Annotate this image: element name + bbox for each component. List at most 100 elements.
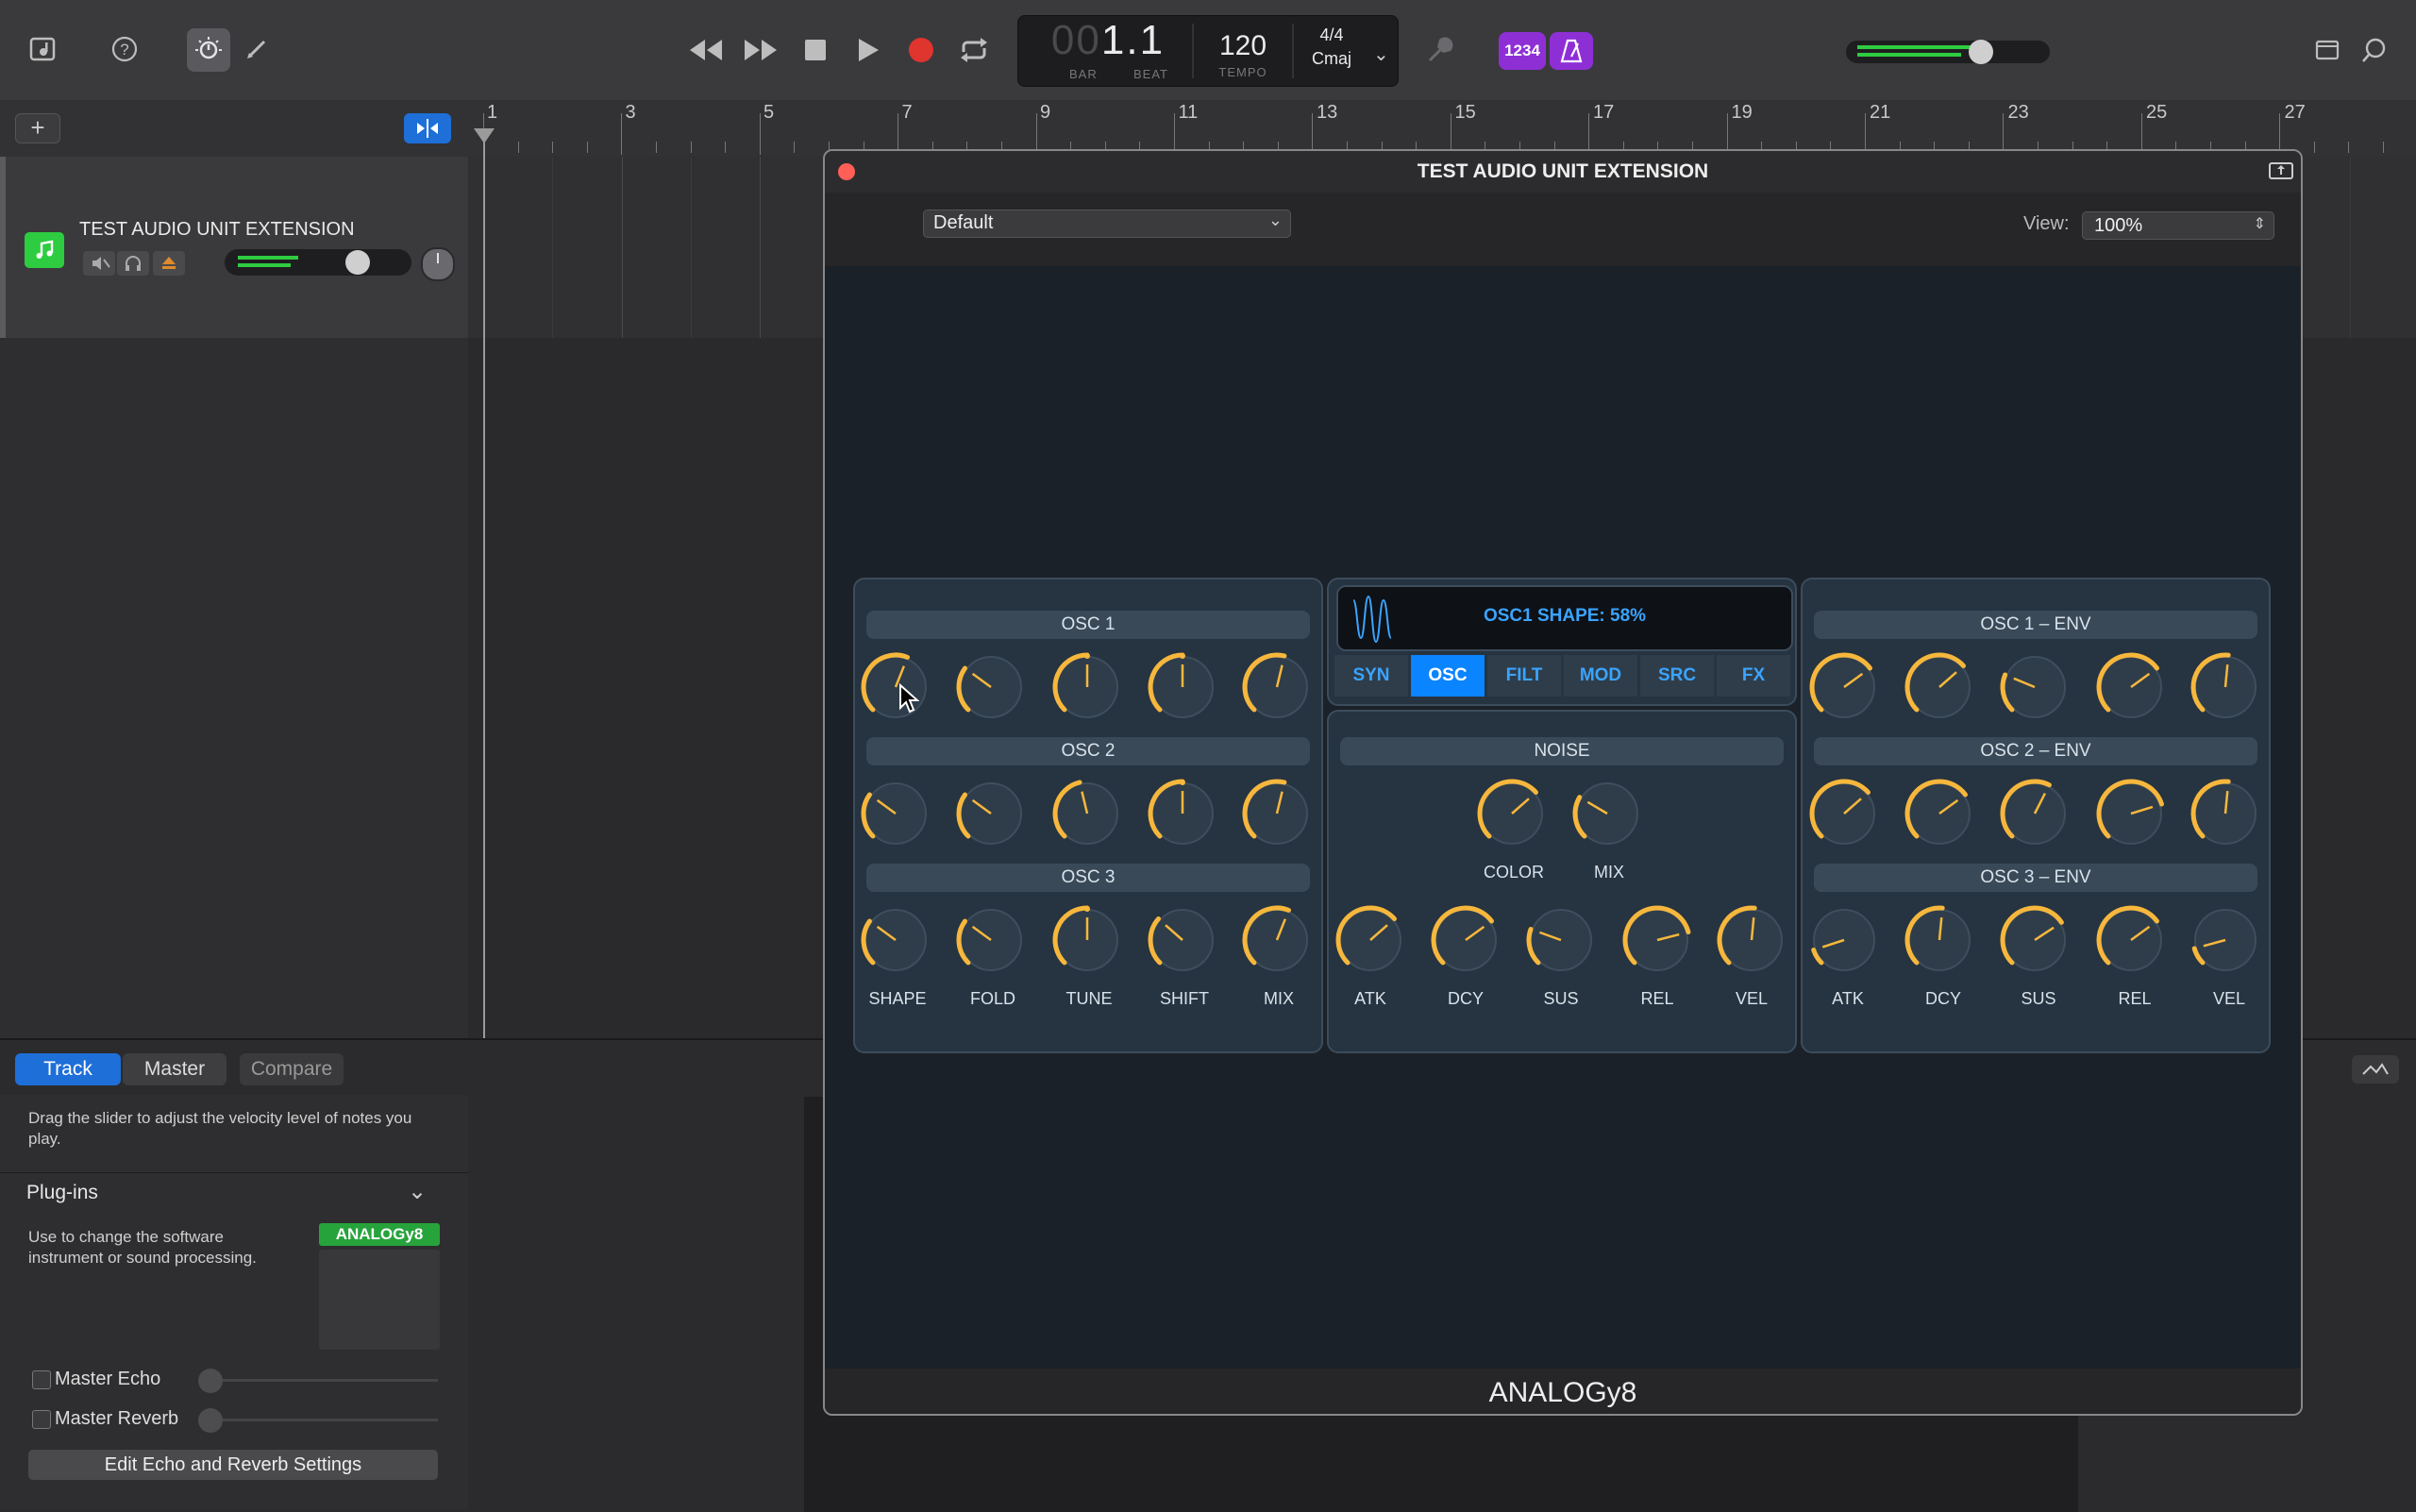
smart-controls-icon[interactable]: [187, 28, 230, 72]
track-volume-knob[interactable]: [345, 250, 370, 275]
expand-icon[interactable]: [2269, 160, 2293, 181]
noise-mix-knob[interactable]: [1569, 775, 1646, 852]
plugin-slot-analogy8[interactable]: ANALOGy8: [319, 1223, 440, 1246]
osc3-mix-knob[interactable]: [1238, 901, 1316, 979]
master-reverb-slider[interactable]: [198, 1419, 438, 1421]
noise-env-dcy-knob[interactable]: [1427, 901, 1504, 979]
noise-env-vel-knob[interactable]: [1713, 901, 1790, 979]
editors-pencil-icon[interactable]: [238, 30, 276, 68]
master-echo-thumb[interactable]: [198, 1369, 223, 1393]
ruler-bar-number: 17: [1593, 102, 1615, 123]
env3-sus-knob[interactable]: [1996, 901, 2073, 979]
count-in-button[interactable]: 1234: [1499, 32, 1546, 70]
env2-sus-knob[interactable]: [1996, 775, 2073, 852]
edit-echo-reverb-button[interactable]: Edit Echo and Reverb Settings: [28, 1450, 438, 1480]
tab-mod[interactable]: MOD: [1564, 655, 1637, 697]
close-icon[interactable]: [838, 163, 855, 180]
env3-vel-knob[interactable]: [2187, 901, 2264, 979]
input-monitor-icon[interactable]: [153, 251, 185, 276]
master-echo-checkbox[interactable]: [32, 1370, 51, 1389]
metronome-icon[interactable]: [1550, 32, 1593, 70]
osc1-mix-knob[interactable]: [1238, 648, 1316, 726]
notepad-icon[interactable]: [2308, 31, 2346, 69]
env2-vel-knob[interactable]: [2187, 775, 2264, 852]
tab-src[interactable]: SRC: [1640, 655, 1714, 697]
osc1-shape-knob[interactable]: [857, 648, 934, 726]
playhead[interactable]: [483, 132, 485, 1038]
track-row[interactable]: TEST AUDIO UNIT EXTENSION: [0, 157, 468, 338]
tab-osc[interactable]: OSC: [1411, 655, 1485, 697]
headphones-icon[interactable]: [117, 251, 149, 276]
osc2-shift-knob[interactable]: [1144, 775, 1221, 852]
catch-playhead-icon[interactable]: [404, 113, 451, 143]
noise-env-rel-knob[interactable]: [1619, 901, 1696, 979]
loop-browser-icon[interactable]: [2356, 31, 2393, 69]
playhead-handle[interactable]: [474, 128, 495, 143]
plugins-heading[interactable]: Plug-ins: [26, 1182, 98, 1204]
preset-dropdown[interactable]: Default ⌄: [923, 210, 1291, 238]
env1-dcy-knob[interactable]: [1901, 648, 1978, 726]
track-volume-slider[interactable]: [225, 249, 411, 276]
master-reverb-thumb[interactable]: [198, 1408, 223, 1433]
env2-rel-knob[interactable]: [2092, 775, 2170, 852]
key-signature[interactable]: Cmaj: [1294, 49, 1369, 69]
env1-atk-knob[interactable]: [1805, 648, 1883, 726]
tuner-icon[interactable]: [1421, 31, 1459, 69]
rewind-icon[interactable]: [687, 31, 725, 69]
master-volume-slider[interactable]: [1846, 40, 2050, 64]
osc2-shape-knob[interactable]: [857, 775, 934, 852]
tempo-value[interactable]: 120: [1196, 27, 1290, 65]
osc2-mix-knob[interactable]: [1238, 775, 1316, 852]
osc3-shift-knob[interactable]: [1144, 901, 1221, 979]
inspector-toggle-icon[interactable]: [2352, 1055, 2399, 1084]
noise-env-sus-knob[interactable]: [1522, 901, 1600, 979]
env3-dcy-knob[interactable]: [1901, 901, 1978, 979]
env2-dcy-knob[interactable]: [1901, 775, 1978, 852]
osc2-tune-knob[interactable]: [1049, 775, 1126, 852]
play-icon[interactable]: [849, 31, 887, 69]
pan-knob[interactable]: [421, 247, 455, 281]
track-name[interactable]: TEST AUDIO UNIT EXTENSION: [79, 219, 355, 241]
env3-atk-knob[interactable]: [1805, 901, 1883, 979]
env1-rel-knob[interactable]: [2092, 648, 2170, 726]
tab-track[interactable]: Track: [15, 1053, 121, 1085]
osc3-tune-knob[interactable]: [1049, 901, 1126, 979]
stop-icon[interactable]: [797, 31, 834, 69]
lcd-beat: 1: [1139, 17, 1166, 63]
preset-value: Default: [933, 212, 994, 233]
osc1-fold-knob[interactable]: [952, 648, 1030, 726]
env1-sus-knob[interactable]: [1996, 648, 2073, 726]
time-signature[interactable]: 4/4: [1294, 25, 1369, 45]
master-volume-knob[interactable]: [1969, 40, 1993, 64]
osc1-tune-knob[interactable]: [1049, 648, 1126, 726]
tab-syn[interactable]: SYN: [1334, 655, 1408, 697]
osc1-shift-knob[interactable]: [1144, 648, 1221, 726]
lcd-display[interactable]: 001.1 BAR BEAT 120 TEMPO 4/4 Cmaj ⌄: [1017, 15, 1399, 87]
master-reverb-checkbox[interactable]: [32, 1410, 51, 1429]
tab-fx[interactable]: FX: [1717, 655, 1790, 697]
osc3-shape-knob[interactable]: [857, 901, 934, 979]
tab-master[interactable]: Master: [123, 1053, 226, 1085]
plugin-slot-empty[interactable]: [319, 1250, 440, 1350]
env3-rel-knob[interactable]: [2092, 901, 2170, 979]
fast-forward-icon[interactable]: [742, 31, 780, 69]
lcd-chevron-down-icon[interactable]: ⌄: [1373, 42, 1389, 66]
env1-vel-knob[interactable]: [2187, 648, 2264, 726]
mute-icon[interactable]: [83, 251, 115, 276]
add-track-button[interactable]: +: [15, 113, 60, 143]
library-icon[interactable]: [25, 30, 62, 68]
osc2-fold-knob[interactable]: [952, 775, 1030, 852]
help-icon[interactable]: ?: [106, 30, 143, 68]
chevron-down-icon[interactable]: ⌄: [408, 1178, 427, 1205]
osc-label-shift: SHIFT: [1160, 989, 1209, 1008]
tab-compare[interactable]: Compare: [240, 1053, 344, 1085]
env2-atk-knob[interactable]: [1805, 775, 1883, 852]
noise-color-knob[interactable]: [1473, 775, 1551, 852]
view-zoom-dropdown[interactable]: 100% ⇕: [2082, 211, 2274, 240]
master-echo-slider[interactable]: [198, 1379, 438, 1382]
tab-filt[interactable]: FILT: [1487, 655, 1561, 697]
record-icon[interactable]: [902, 31, 940, 69]
cycle-icon[interactable]: [955, 31, 993, 69]
osc3-fold-knob[interactable]: [952, 901, 1030, 979]
noise-env-atk-knob[interactable]: [1332, 901, 1409, 979]
